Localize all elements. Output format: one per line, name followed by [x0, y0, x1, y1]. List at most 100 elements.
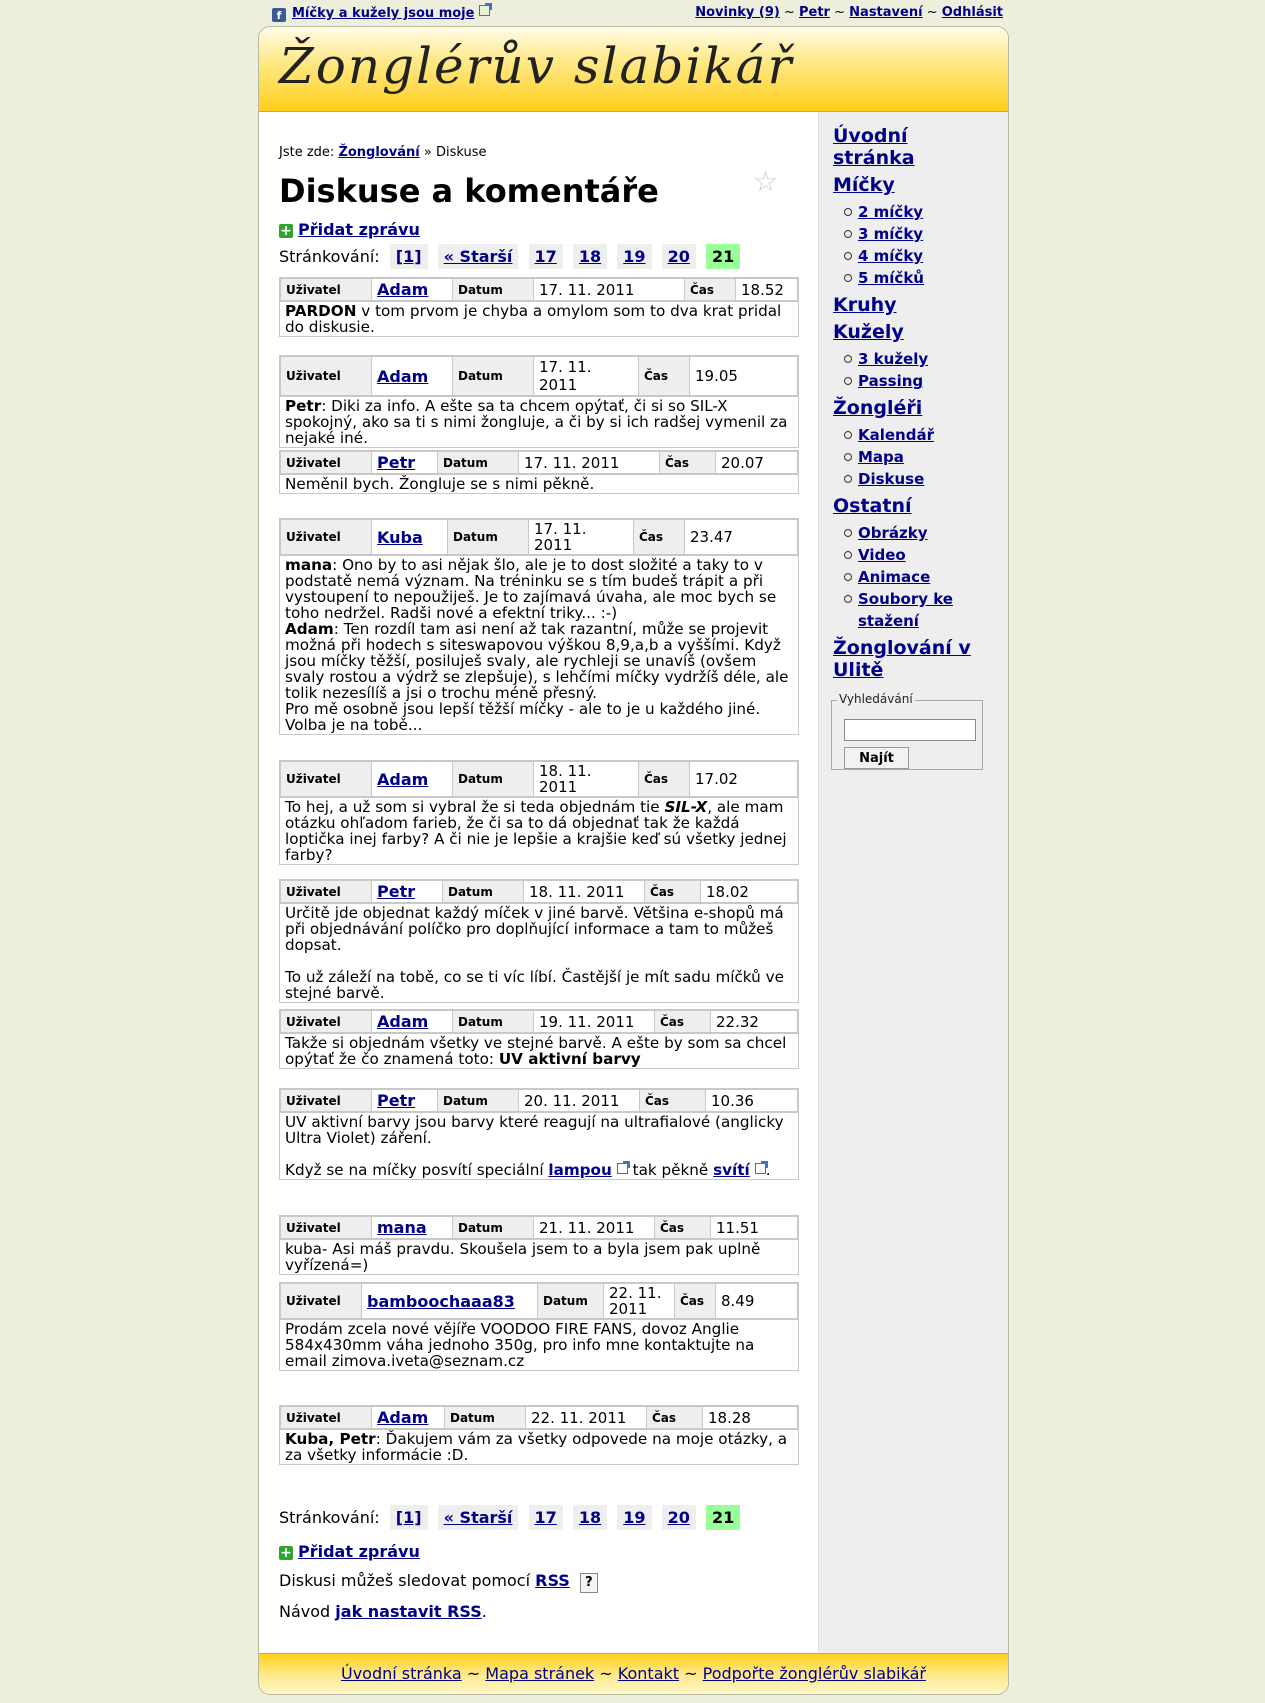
- page-item: [1]: [389, 244, 428, 269]
- message-text: Když se na míčky posvítí speciální: [285, 1161, 549, 1179]
- page-link-17[interactable]: 17: [535, 1508, 557, 1527]
- date-label: Datum: [437, 1089, 519, 1112]
- logout-link[interactable]: Odhlásit: [942, 5, 1003, 20]
- rss-line: Diskusi můžeš sledovat pomocí RSS ?: [279, 1571, 598, 1593]
- user-link[interactable]: bamboochaaa83: [367, 1292, 515, 1311]
- page-link-20[interactable]: 20: [668, 1508, 690, 1527]
- user-link[interactable]: Adam: [377, 770, 428, 789]
- user-link[interactable]: Kuba: [377, 528, 423, 547]
- user-link[interactable]: Petr: [377, 882, 415, 901]
- site-logo[interactable]: Žonglérův slabikář: [279, 37, 793, 95]
- time-label: Čas: [654, 1010, 711, 1033]
- message-item: Uživatel Adam Datum 17. 11. 2011 Čas 18.…: [279, 277, 799, 337]
- user-link[interactable]: Petr: [377, 453, 415, 472]
- nav-rings[interactable]: Kruhy: [833, 294, 983, 316]
- user-link[interactable]: Adam: [377, 1408, 428, 1427]
- page-link-older[interactable]: « Starší: [444, 247, 513, 266]
- nav-link-discussion[interactable]: Diskuse: [858, 470, 924, 488]
- page-link-first[interactable]: [1]: [396, 247, 422, 266]
- separator: ~: [599, 1664, 613, 1683]
- user-label: Uživatel: [280, 451, 372, 474]
- nav-balls[interactable]: Míčky: [833, 174, 983, 196]
- plus-icon: +: [279, 223, 293, 239]
- lamp-link[interactable]: lampou: [548, 1161, 611, 1179]
- search-input[interactable]: [844, 719, 976, 741]
- nav-link-5-balls[interactable]: 5 míčků: [858, 269, 924, 287]
- date-value: 22. 11. 2011: [603, 1283, 675, 1319]
- user-profile-link[interactable]: Petr: [799, 5, 830, 20]
- footer-sitemap-link[interactable]: Mapa stránek: [485, 1664, 594, 1683]
- page-link-first[interactable]: [1]: [396, 1508, 422, 1527]
- time-label: Čas: [654, 1216, 711, 1239]
- message-item: Uživatel mana Datum 21. 11. 2011 Čas 11.…: [279, 1215, 799, 1275]
- page-link-19[interactable]: 19: [623, 247, 645, 266]
- nav-link-3-balls[interactable]: 3 míčky: [858, 225, 923, 243]
- nav-home[interactable]: Úvodní stránka: [833, 125, 943, 169]
- footer-home-link[interactable]: Úvodní stránka: [341, 1664, 462, 1683]
- message-body: kuba- Asi máš pravdu. Skoušela jsem to a…: [280, 1239, 798, 1274]
- nav-link-4-balls[interactable]: 4 míčky: [858, 247, 923, 265]
- nav-link-map[interactable]: Mapa: [858, 448, 904, 466]
- user-link[interactable]: Adam: [377, 1012, 428, 1031]
- page-link-18[interactable]: 18: [579, 247, 601, 266]
- pagination-label: Stránkování:: [279, 247, 380, 266]
- time-value: 11.51: [710, 1216, 798, 1239]
- add-message-link[interactable]: Přidat zprávu: [298, 220, 420, 239]
- facebook-icon: f: [272, 8, 286, 22]
- date-label: Datum: [537, 1283, 604, 1319]
- help-icon[interactable]: ?: [579, 1573, 598, 1593]
- user-label: Uživatel: [280, 880, 372, 903]
- page-link-19[interactable]: 19: [623, 1508, 645, 1527]
- nav-link-passing[interactable]: Passing: [858, 372, 923, 390]
- nav-link-images[interactable]: Obrázky: [858, 524, 928, 542]
- add-message-link[interactable]: Přidat zprávu: [298, 1542, 420, 1561]
- nav-link-calendar[interactable]: Kalendář: [858, 426, 934, 444]
- user-label: Uživatel: [280, 1283, 362, 1319]
- breadcrumb: Jste zde: Žonglování » Diskuse: [279, 145, 487, 160]
- page-link-18[interactable]: 18: [579, 1508, 601, 1527]
- search-button[interactable]: Najít: [844, 747, 909, 769]
- nav-other-sub: Obrázky Video Animace Soubory ke stažení: [843, 522, 983, 632]
- nav-juggling-ulita[interactable]: Žonglování v Ulitě: [833, 637, 983, 681]
- favorite-star-icon[interactable]: ☆: [753, 168, 778, 196]
- message-text: Pro mě osobně jsou lepší těžší míčky - a…: [285, 700, 761, 718]
- nav-link-3-clubs[interactable]: 3 kužely: [858, 350, 928, 368]
- user-link[interactable]: Adam: [377, 367, 428, 386]
- nav-link-2-balls[interactable]: 2 míčky: [858, 203, 923, 221]
- page-item: 17: [528, 244, 563, 269]
- sidebar-nav: Úvodní stránka Míčky 2 míčky 3 míčky 4 m…: [833, 125, 983, 686]
- user-link[interactable]: Adam: [377, 280, 428, 299]
- facebook-link[interactable]: Míčky a kužely jsou moje: [292, 6, 474, 21]
- glow-link[interactable]: svítí: [713, 1161, 750, 1179]
- footer-support-link[interactable]: Podpořte žonglérův slabikář: [703, 1664, 926, 1683]
- nav-link-video[interactable]: Video: [858, 546, 906, 564]
- message-item: Uživatel Adam Datum 22. 11. 2011 Čas 18.…: [279, 1405, 799, 1465]
- date-value: 17. 11. 2011: [533, 356, 639, 396]
- message-text: Určitě jde objednat každý míček v jiné b…: [285, 904, 784, 954]
- sidebar: Úvodní stránka Míčky 2 míčky 3 míčky 4 m…: [818, 112, 1008, 1677]
- message-body: Petr: Diki za info. A ešte sa ta chcem o…: [280, 396, 798, 447]
- news-link[interactable]: Novinky (9): [695, 5, 780, 20]
- nav-link-downloads[interactable]: Soubory ke stažení: [858, 590, 953, 630]
- rss-link[interactable]: RSS: [535, 1571, 570, 1590]
- nav-other[interactable]: Ostatní: [833, 495, 983, 517]
- footer-contact-link[interactable]: Kontakt: [618, 1664, 679, 1683]
- breadcrumb-separator: »: [423, 145, 432, 160]
- user-link[interactable]: Petr: [377, 1091, 415, 1110]
- message-body: Určitě jde objednat každý míček v jiné b…: [280, 903, 798, 1002]
- page-link-older[interactable]: « Starší: [444, 1508, 513, 1527]
- breadcrumb-link-juggling[interactable]: Žonglování: [338, 145, 419, 160]
- user-link[interactable]: mana: [377, 1218, 427, 1237]
- message-meta: Uživatel Adam Datum 18. 11. 2011 Čas 17.…: [280, 761, 798, 797]
- separator: ~: [783, 5, 795, 20]
- add-message-bottom: + Přidat zprávu: [279, 1542, 420, 1561]
- page-link-20[interactable]: 20: [668, 247, 690, 266]
- page-link-17[interactable]: 17: [535, 247, 557, 266]
- settings-link[interactable]: Nastavení: [849, 5, 922, 20]
- nav-jugglers[interactable]: Žongléři: [833, 397, 983, 419]
- page-item: 19: [617, 244, 652, 269]
- external-link-icon: [616, 1161, 630, 1174]
- nav-link-animation[interactable]: Animace: [858, 568, 930, 586]
- nav-clubs[interactable]: Kužely: [833, 321, 983, 343]
- rss-howto-link[interactable]: jak nastavit RSS: [335, 1602, 481, 1621]
